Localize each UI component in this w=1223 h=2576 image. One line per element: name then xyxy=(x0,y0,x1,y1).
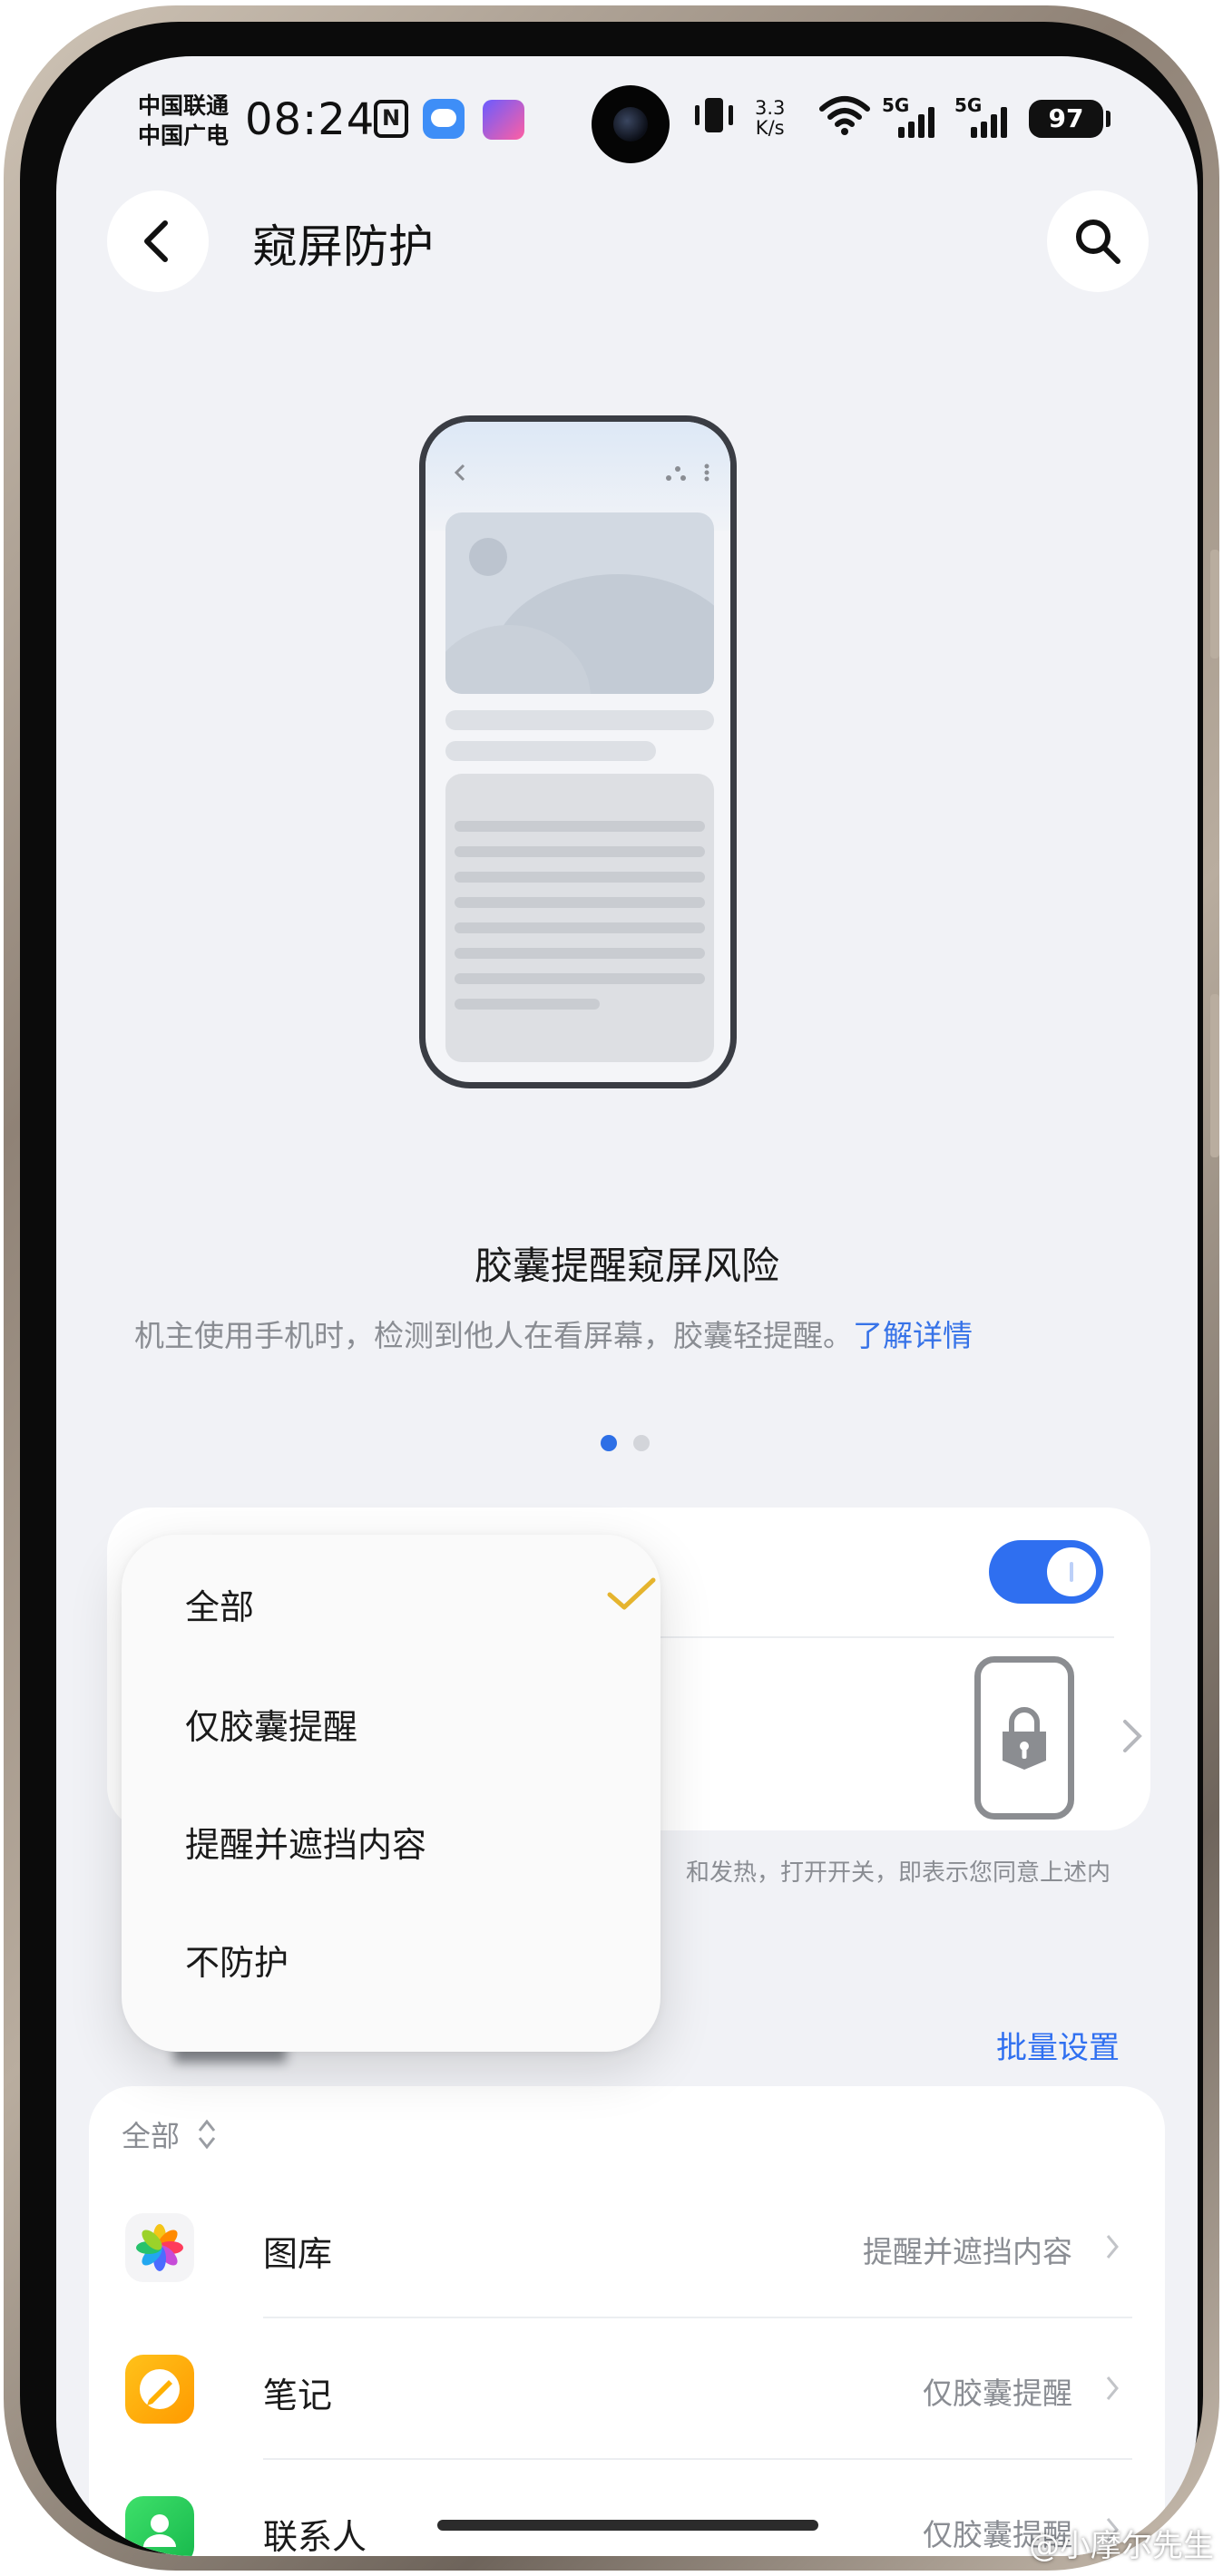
app-notification-icon xyxy=(483,100,524,140)
protection-toggle[interactable] xyxy=(989,1540,1103,1604)
app-name: 图库 xyxy=(263,2234,333,2274)
volume-button xyxy=(1210,550,1219,659)
power-button xyxy=(1210,994,1219,1157)
learn-more-link[interactable]: 了解详情 xyxy=(853,1318,973,1353)
network-speed: 3.3 K/s xyxy=(755,98,785,138)
filter-selector[interactable]: 全部 xyxy=(122,2113,218,2155)
carrier-2: 中国广电 xyxy=(138,122,230,149)
dropdown-option-label: 仅胶囊提醒 xyxy=(185,1706,358,1747)
app-list: 全部 图库 提醒并遮挡内容 笔记 仅胶囊提醒 联系人 仅胶囊提醒 xyxy=(89,2086,1165,2556)
dropdown-option-label: 提醒并遮挡内容 xyxy=(185,1824,427,1865)
feature-description-text: 机主使用手机时，检测到他人在看屏幕，胶囊轻提醒。 xyxy=(134,1318,853,1353)
status-bar: 中国联通 中国广电 08:24 N 3.3 K/s 5G 5G 97 xyxy=(56,56,1198,192)
front-camera xyxy=(592,85,670,163)
vibrate-icon xyxy=(691,94,737,146)
search-icon xyxy=(1076,220,1120,264)
nfc-icon: N xyxy=(374,100,408,138)
filter-dropdown-menu: 全部 仅胶囊提醒 提醒并遮挡内容 不防护 xyxy=(122,1535,660,2052)
phone-lock-icon xyxy=(974,1656,1074,1820)
clock: 08:24 xyxy=(245,94,376,145)
app-name: 联系人 xyxy=(263,2517,367,2556)
feature-description: 机主使用手机时，检测到他人在看屏幕，胶囊轻提醒。了解详情 xyxy=(134,1312,973,1355)
app-protection-value: 提醒并遮挡内容 xyxy=(863,2234,1072,2269)
feature-illustration xyxy=(419,415,737,1088)
phone-bezel: 中国联通 中国广电 08:24 N 3.3 K/s 5G 5G 97 窥屏防护 … xyxy=(20,22,1203,2556)
network-speed-value: 3.3 xyxy=(755,97,786,119)
consent-note: 和发热，打开开关，即表示您同意上述内 xyxy=(686,1859,1111,1887)
chevron-right-icon xyxy=(1106,2235,1119,2259)
carrier-1: 中国联通 xyxy=(138,93,230,119)
list-item-gallery[interactable]: 图库 提醒并遮挡内容 xyxy=(89,2177,1165,2318)
page-dot xyxy=(633,1435,650,1451)
checkmark-icon xyxy=(607,1577,656,1610)
list-item-contacts[interactable]: 联系人 仅胶囊提醒 xyxy=(89,2460,1165,2556)
feature-title: 胶囊提醒窥屏风险 xyxy=(474,1244,779,1288)
network-speed-unit: K/s xyxy=(755,117,785,139)
page-dot-active xyxy=(601,1435,617,1451)
gallery-icon xyxy=(125,2213,194,2282)
contacts-icon xyxy=(125,2496,194,2556)
wifi-icon xyxy=(818,94,871,136)
battery-icon: 97 xyxy=(1029,100,1110,138)
dropdown-option-label: 不防护 xyxy=(185,1942,289,1983)
dropdown-option-capsule-only[interactable]: 仅胶囊提醒 xyxy=(185,1664,621,1783)
phone-frame: 中国联通 中国广电 08:24 N 3.3 K/s 5G 5G 97 窥屏防护 … xyxy=(4,5,1219,2571)
page-indicator xyxy=(601,1435,650,1451)
screen: 中国联通 中国广电 08:24 N 3.3 K/s 5G 5G 97 窥屏防护 … xyxy=(56,56,1198,2556)
batch-settings-button[interactable]: 批量设置 xyxy=(996,2023,1120,2067)
dropdown-option-remind-and-mask[interactable]: 提醒并遮挡内容 xyxy=(185,1781,621,1901)
dropdown-option-all[interactable]: 全部 xyxy=(185,1544,656,1664)
signal-icon-sim1: 5G xyxy=(882,94,942,138)
message-notification-icon xyxy=(423,99,465,139)
illustration-share-more-icon xyxy=(666,463,709,482)
chevron-right-icon xyxy=(1106,2376,1119,2400)
dropdown-option-no-protection[interactable]: 不防护 xyxy=(185,1899,621,2019)
home-indicator[interactable] xyxy=(437,2520,818,2531)
illustration-back-icon xyxy=(454,463,465,482)
filter-label: 全部 xyxy=(122,2119,181,2153)
dropdown-option-label: 全部 xyxy=(185,1586,255,1627)
watermark: @小摩尔先生 xyxy=(1029,2528,1214,2564)
chevron-left-icon xyxy=(144,220,168,262)
carrier-info: 中国联通 中国广电 xyxy=(138,91,229,151)
chevron-right-icon[interactable] xyxy=(1121,1718,1143,1754)
search-button[interactable] xyxy=(1047,190,1149,292)
sort-chevrons-icon xyxy=(198,2119,216,2150)
notes-icon xyxy=(125,2355,194,2424)
app-name: 笔记 xyxy=(263,2376,333,2415)
signal-icon-sim2: 5G xyxy=(954,94,1014,138)
back-button[interactable] xyxy=(107,190,209,292)
page-title: 窥屏防护 xyxy=(252,220,434,273)
app-protection-value: 仅胶囊提醒 xyxy=(923,2376,1072,2411)
list-item-notes[interactable]: 笔记 仅胶囊提醒 xyxy=(89,2318,1165,2460)
